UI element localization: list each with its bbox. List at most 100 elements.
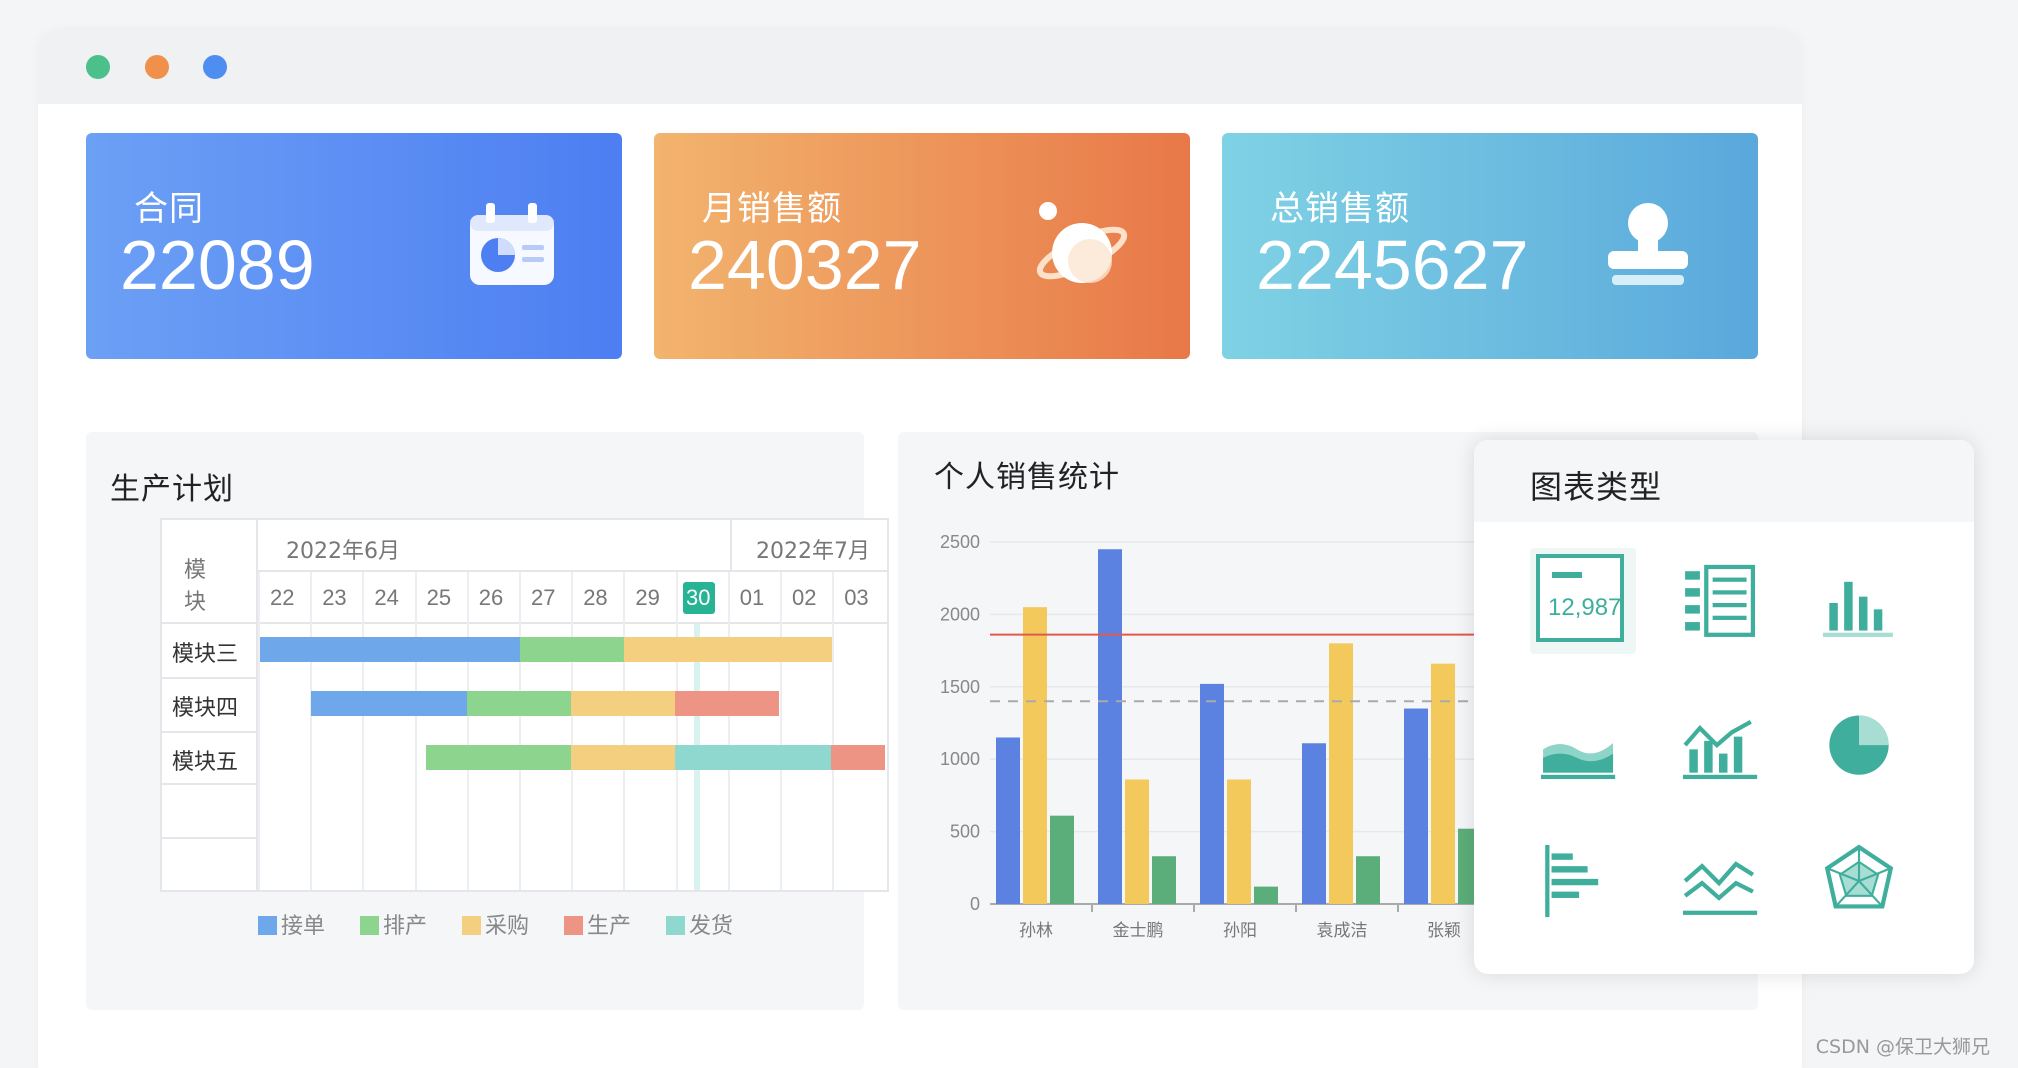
module-header-text-1: 模 xyxy=(184,558,207,583)
legend-label: 接单 xyxy=(281,914,326,939)
day-column-line xyxy=(571,572,574,890)
day-label[interactable]: 26 xyxy=(479,585,503,611)
row-divider xyxy=(162,837,258,839)
y-tick-label: 0 xyxy=(970,894,980,914)
legend-swatch xyxy=(359,916,379,935)
contract-label: 合同 xyxy=(134,189,204,229)
sales-bar[interactable] xyxy=(1302,743,1326,904)
total-sales-value: 2245627 xyxy=(1256,226,1529,304)
gantt-bar-ship[interactable] xyxy=(675,745,831,770)
day-label[interactable]: 23 xyxy=(322,585,346,611)
gantt-bar-produce[interactable] xyxy=(675,691,779,716)
module-row-label[interactable]: 模块四 xyxy=(172,690,238,722)
gantt-bar-schedule[interactable] xyxy=(467,691,571,716)
day-label[interactable]: 22 xyxy=(270,585,294,611)
legend-item-ship[interactable]: 发货 xyxy=(665,914,733,939)
contract-value: 22089 xyxy=(120,226,315,304)
module-header-text-2: 块 xyxy=(184,590,207,615)
title-bar xyxy=(38,28,1802,104)
radar-chart-icon[interactable] xyxy=(1806,828,1912,934)
y-tick-label: 500 xyxy=(950,822,980,842)
sales-bar[interactable] xyxy=(1329,643,1353,904)
gantt-bar-purchase[interactable] xyxy=(571,691,675,716)
sales-bar[interactable] xyxy=(1152,856,1176,904)
x-tick-label: 孙林 xyxy=(1019,921,1053,941)
sales-bar[interactable] xyxy=(1050,815,1074,904)
total-sales-card[interactable]: 总销售额 2245627 xyxy=(1222,133,1758,359)
list-table-icon[interactable] xyxy=(1666,550,1772,656)
day-column-line xyxy=(832,572,835,890)
legend-item-schedule[interactable]: 排产 xyxy=(359,914,427,939)
sales-bar[interactable] xyxy=(1227,779,1251,904)
gantt-bar-schedule[interactable] xyxy=(426,745,571,770)
watermark: CSDN @保卫大狮兄 xyxy=(1815,1036,1990,1058)
day-column-line xyxy=(310,572,313,890)
production-plan-title: 生产计划 xyxy=(110,472,234,507)
window-dot-blue[interactable] xyxy=(203,55,227,79)
day-label[interactable]: 25 xyxy=(427,585,451,611)
gantt-bar-schedule[interactable] xyxy=(520,637,624,662)
bar-chart-icon[interactable] xyxy=(1524,828,1630,934)
x-tick-label: 孙阳 xyxy=(1223,921,1257,941)
window-dot-green[interactable] xyxy=(86,55,110,79)
y-tick-label: 1000 xyxy=(940,749,980,769)
window-dot-orange[interactable] xyxy=(145,55,169,79)
legend-swatch xyxy=(665,916,685,935)
sales-bar[interactable] xyxy=(1254,886,1278,904)
gantt-bar-order[interactable] xyxy=(260,637,520,662)
day-column-line xyxy=(258,572,260,890)
sales-bar[interactable] xyxy=(1098,549,1122,904)
gantt-bar-purchase[interactable] xyxy=(624,637,832,662)
total-sales-label: 总销售额 xyxy=(1270,189,1410,229)
sales-bar[interactable] xyxy=(1023,607,1047,904)
y-tick-label: 2000 xyxy=(940,604,980,624)
gantt-bar-order[interactable] xyxy=(311,691,467,716)
area-chart-icon[interactable] xyxy=(1524,690,1630,796)
sales-bar[interactable] xyxy=(1200,683,1224,904)
day-label[interactable]: 24 xyxy=(374,585,398,611)
y-tick-label: 1500 xyxy=(940,677,980,697)
gantt-bar-produce[interactable] xyxy=(831,745,885,770)
day-label[interactable]: 27 xyxy=(531,585,555,611)
gantt-bar-purchase[interactable] xyxy=(571,745,675,770)
monthly-sales-label: 月销售额 xyxy=(702,189,842,229)
monthly-sales-value: 240327 xyxy=(688,226,922,304)
month-label-june: 2022年6月 xyxy=(286,539,400,564)
indicator-card-option[interactable]: 12,987 xyxy=(1530,548,1636,654)
sales-bar[interactable] xyxy=(1356,856,1380,904)
legend-item-order[interactable]: 接单 xyxy=(258,914,325,939)
x-tick-label: 袁成洁 xyxy=(1317,921,1368,941)
indicator-bar xyxy=(1552,572,1582,578)
legend-swatch xyxy=(258,916,277,935)
module-row-label[interactable]: 模块三 xyxy=(172,636,238,668)
day-label[interactable]: 28 xyxy=(583,585,607,611)
column-chart-icon[interactable] xyxy=(1806,550,1912,656)
row-divider xyxy=(162,731,258,733)
legend-label: 采购 xyxy=(484,914,529,939)
day-label[interactable]: 01 xyxy=(740,585,764,611)
planet-icon xyxy=(1036,202,1128,283)
legend-item-produce[interactable]: 生产 xyxy=(563,914,631,939)
sales-bar[interactable] xyxy=(1431,663,1455,904)
legend-label: 发货 xyxy=(688,914,733,939)
sales-bar[interactable] xyxy=(1404,708,1428,904)
contract-card[interactable]: 合同 22089 xyxy=(86,133,622,359)
chart-type-header: 图表类型 xyxy=(1474,440,1974,522)
day-column-line xyxy=(780,572,782,890)
line-chart-icon[interactable] xyxy=(1666,828,1772,934)
sales-bar[interactable] xyxy=(1125,779,1149,904)
combo-chart-icon[interactable] xyxy=(1666,690,1772,796)
x-tick-label: 张颖 xyxy=(1427,921,1461,941)
day-label[interactable]: 03 xyxy=(844,585,868,611)
legend-item-purchase[interactable]: 采购 xyxy=(461,914,529,939)
monthly-sales-card[interactable]: 月销售额 240327 xyxy=(654,133,1190,359)
indicator-value: 12,987 xyxy=(1548,594,1622,621)
chart-type-title: 图表类型 xyxy=(1530,468,1663,506)
pie-chart-icon[interactable] xyxy=(1806,690,1912,796)
gantt-legend: 接单 排产 采购 生产 发货 xyxy=(258,908,733,940)
sales-bar[interactable] xyxy=(996,737,1020,904)
day-label[interactable]: 02 xyxy=(792,585,816,611)
gantt-chart: 模 块 模块三 模块四 模块五 2022年6月 2022年7月 22 23 24 25… xyxy=(160,518,889,892)
day-label[interactable]: 29 xyxy=(635,585,659,611)
module-row-label[interactable]: 模块五 xyxy=(172,744,238,776)
